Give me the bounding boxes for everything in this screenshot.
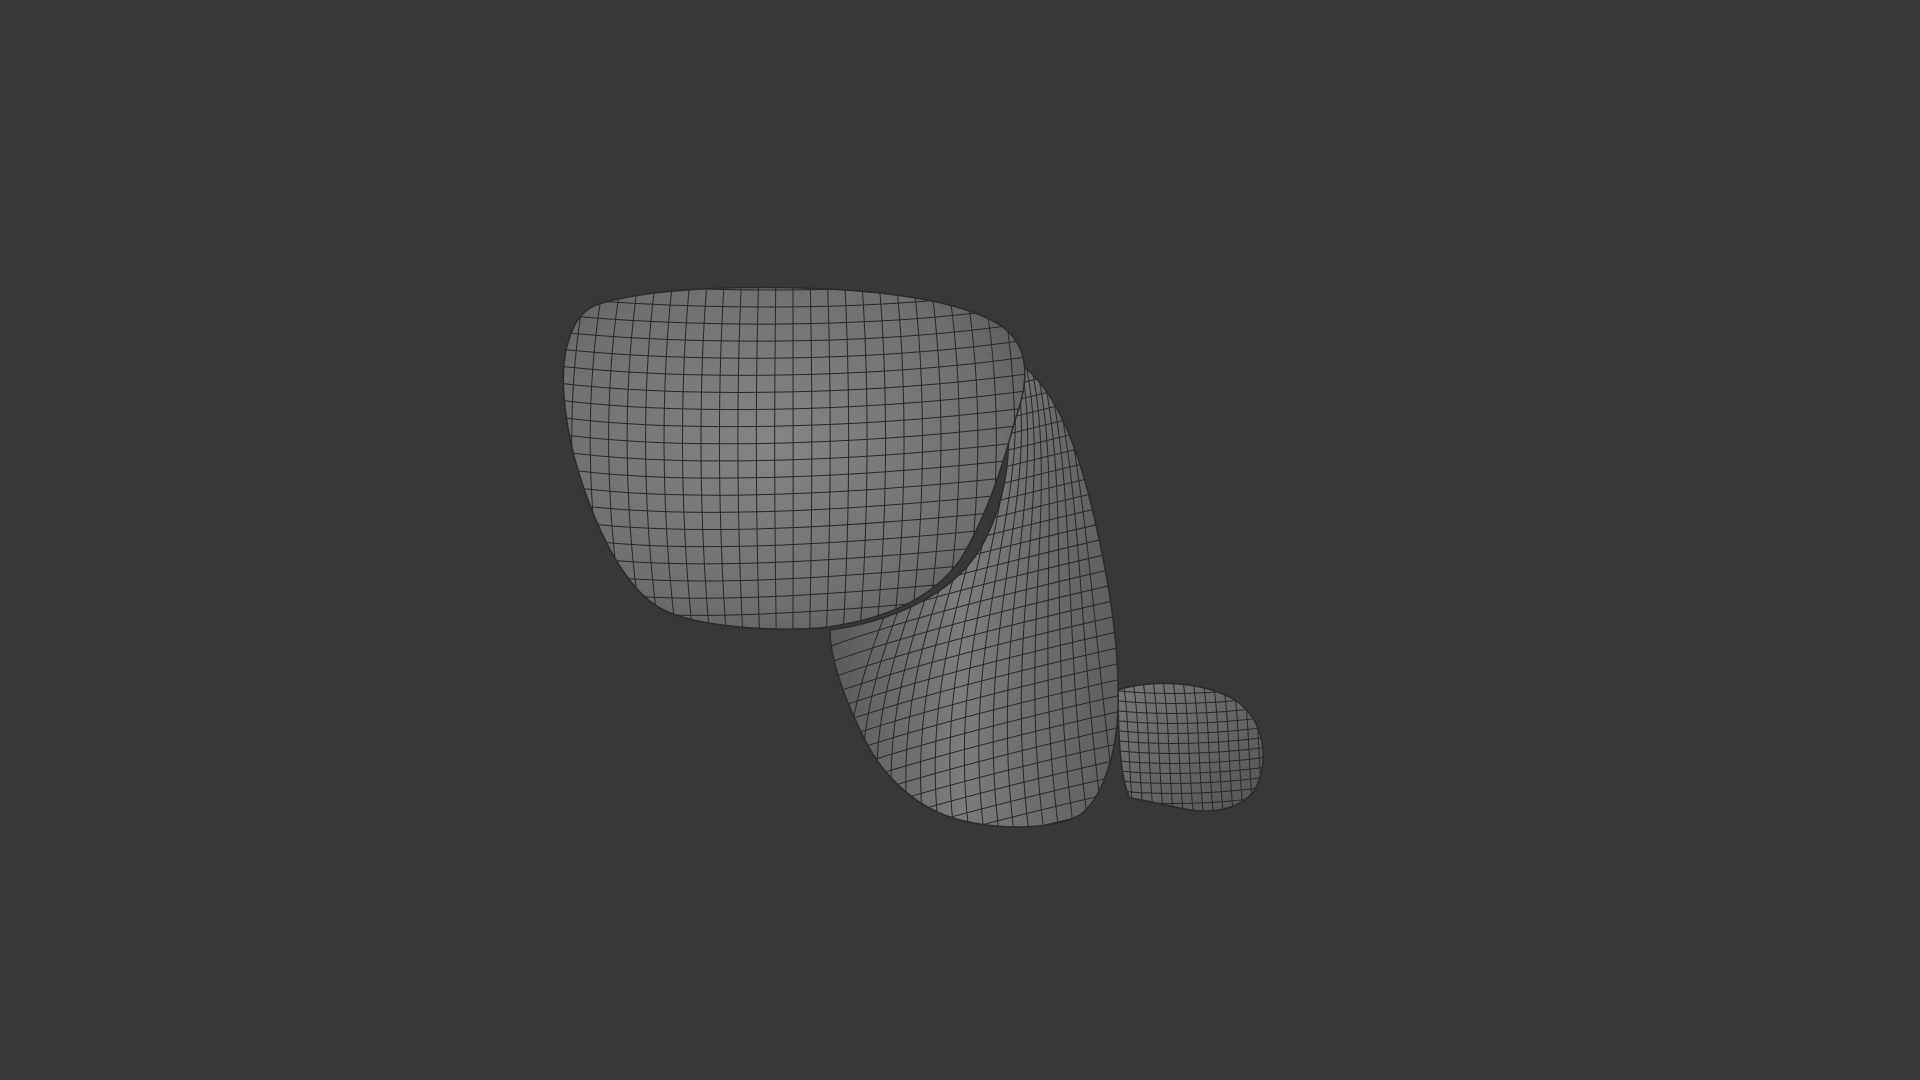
3d-viewport[interactable] <box>0 0 1920 1080</box>
viewport-canvas[interactable] <box>0 0 1920 1080</box>
mesh-tail <box>1117 682 1264 812</box>
